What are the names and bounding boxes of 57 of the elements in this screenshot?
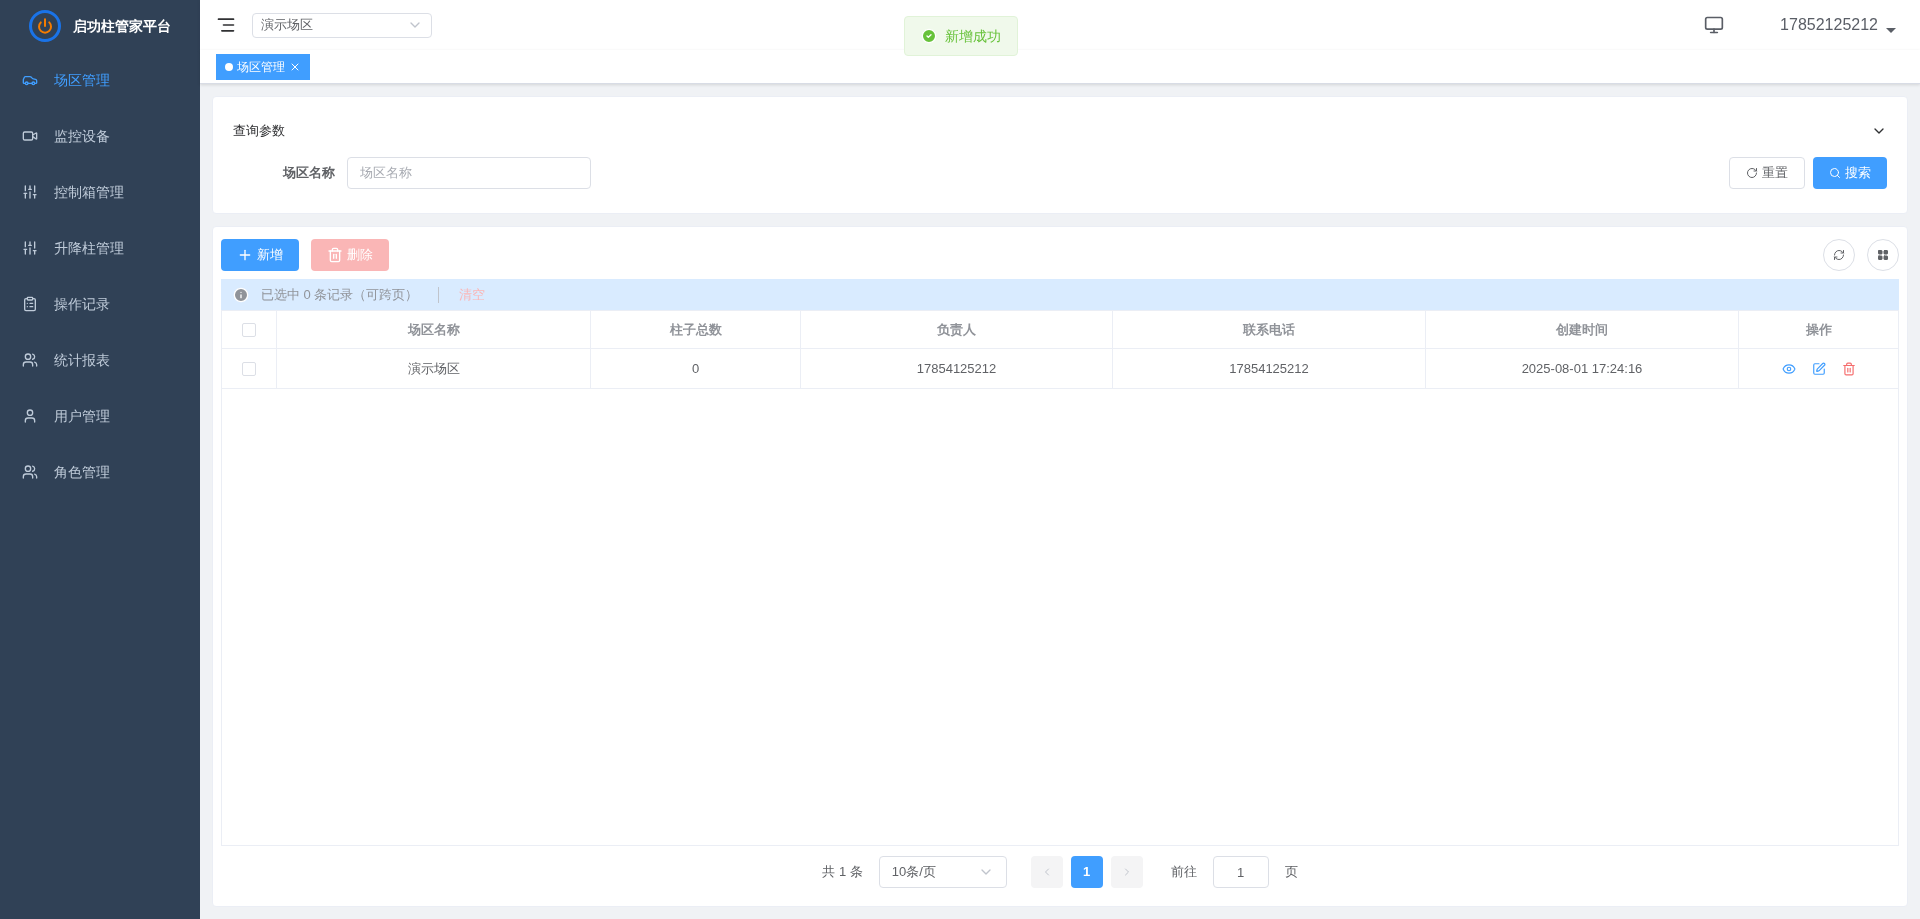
selection-text: 已选中 0 条记录（可跨页） bbox=[261, 285, 419, 304]
checkbox[interactable] bbox=[242, 322, 256, 337]
sidebar-item[interactable]: 场区管理 bbox=[0, 52, 200, 108]
sidebar-item[interactable]: 升降柱管理 bbox=[0, 220, 200, 276]
user-menu[interactable]: 17852125212 bbox=[1780, 13, 1896, 37]
camera-icon bbox=[22, 128, 38, 144]
column-header: 场区名称 bbox=[277, 311, 591, 348]
user-icon bbox=[22, 408, 38, 424]
table-cell: 0 bbox=[591, 349, 801, 388]
page-size-select[interactable]: 10条/页 bbox=[878, 856, 1007, 888]
table-cell: 17854125212 bbox=[1113, 349, 1426, 388]
logo-icon bbox=[29, 10, 61, 42]
sidebar-item[interactable]: 用户管理 bbox=[0, 388, 200, 444]
clipboard-icon bbox=[22, 296, 38, 312]
monitor-icon[interactable] bbox=[1704, 15, 1725, 35]
toast: 新增成功 bbox=[904, 16, 1018, 56]
column-header: 创建时间 bbox=[1426, 311, 1739, 348]
refresh-icon bbox=[1833, 249, 1845, 261]
page-suffix: 页 bbox=[1284, 863, 1298, 882]
sidebar-item[interactable]: 控制箱管理 bbox=[0, 164, 200, 220]
table-cell: 演示场区 bbox=[277, 349, 591, 388]
column-header: 柱子总数 bbox=[591, 311, 801, 348]
total-count: 共 1 条 bbox=[822, 863, 863, 882]
field-label: 场区名称 bbox=[283, 164, 335, 182]
reload-icon bbox=[1746, 166, 1758, 179]
sidebar-item[interactable]: 监控设备 bbox=[0, 108, 200, 164]
sidebar-item[interactable]: 角色管理 bbox=[0, 444, 200, 500]
reset-button[interactable]: 重置 bbox=[1729, 156, 1805, 189]
caret-icon bbox=[1886, 28, 1896, 33]
group-icon bbox=[22, 352, 38, 368]
delete-icon[interactable] bbox=[1841, 361, 1856, 376]
check-circle-icon bbox=[921, 28, 937, 44]
search-icon bbox=[1829, 166, 1841, 179]
goto-page-field[interactable]: 1 bbox=[1212, 856, 1269, 888]
users-icon bbox=[22, 464, 38, 480]
column-header: 负责人 bbox=[801, 311, 1113, 348]
grid-icon bbox=[1877, 249, 1889, 261]
sliders-icon bbox=[22, 184, 38, 200]
app-title: 启功柱管家平台 bbox=[73, 16, 171, 36]
input-field[interactable]: 场区名称 bbox=[347, 156, 591, 189]
menu-icon[interactable] bbox=[216, 15, 236, 35]
column-header: 联系电话 bbox=[1113, 311, 1426, 348]
trash-icon bbox=[327, 247, 343, 263]
table-cell: 2025-08-01 17:24:16 bbox=[1426, 349, 1739, 388]
sidebar-item[interactable]: 操作记录 bbox=[0, 276, 200, 332]
plus-icon bbox=[237, 247, 253, 263]
view-icon[interactable] bbox=[1781, 361, 1796, 376]
section-title: 查询参数 bbox=[233, 122, 285, 141]
checkbox[interactable] bbox=[242, 361, 256, 376]
goto-label: 前往 bbox=[1170, 863, 1197, 882]
edit-icon[interactable] bbox=[1811, 361, 1826, 376]
sidebar-item[interactable]: 统计报表 bbox=[0, 332, 200, 388]
site-select[interactable]: 演示场区 bbox=[252, 12, 432, 38]
column-header: 操作 bbox=[1804, 320, 1833, 339]
table-cell: 17854125212 bbox=[801, 349, 1113, 388]
sliders-icon bbox=[22, 240, 38, 256]
info-icon bbox=[233, 286, 249, 303]
